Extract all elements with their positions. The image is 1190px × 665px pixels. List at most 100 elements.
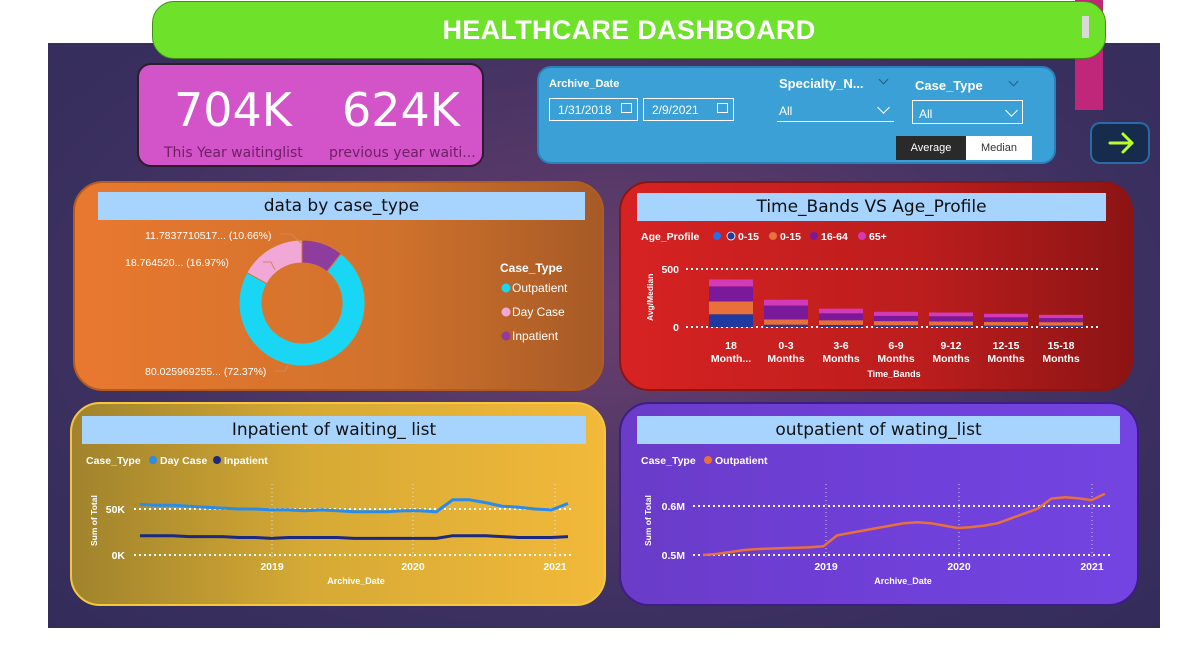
inpatient-line-chart: Case_Type Day Case Inpatient Sum of Tota… — [86, 455, 572, 586]
x-tick-label: Months — [1042, 353, 1079, 365]
x-tick-label: Month... — [711, 353, 751, 365]
x-tick-label: Months — [987, 353, 1024, 365]
bar-segment[interactable] — [764, 324, 808, 327]
y-tick-0k: 0K — [112, 550, 126, 562]
inpatient-line-chart-card: Inpatient of waiting_ list Case_Type Day… — [70, 402, 606, 606]
legend-inpatient[interactable]: Inpatient — [512, 329, 559, 343]
legend-title: Age_Profile — [641, 231, 700, 243]
bar-segment[interactable] — [929, 312, 973, 317]
x-tick-2019: 2019 — [814, 561, 838, 573]
x-tick-label: 6-9 — [888, 340, 903, 352]
x-tick-label: 15-18 — [1048, 340, 1075, 352]
y-tick-0: 0 — [673, 322, 679, 334]
bar-segment[interactable] — [709, 314, 753, 327]
legend-day-case[interactable]: Day Case — [160, 455, 207, 467]
legend-0-15-a[interactable]: 0-15 — [738, 231, 759, 243]
kpi-this-year-value: 704K — [174, 83, 292, 137]
y-tick-500: 500 — [661, 264, 679, 276]
scroll-handle[interactable] — [1082, 16, 1089, 38]
median-toggle-button[interactable]: Median — [966, 136, 1032, 160]
bar-segment[interactable] — [984, 313, 1028, 318]
kpi-card: 704K This Year waitinglist 624K previous… — [137, 63, 484, 167]
kpi-previous-year-label: previous year waiti... — [329, 145, 476, 161]
bar-segment[interactable] — [874, 325, 918, 327]
kpi-this-year-label: This Year waitinglist — [164, 145, 303, 161]
y-tick-50k: 50K — [106, 504, 126, 516]
legend-outpatient[interactable]: Outpatient — [512, 281, 568, 295]
x-tick-label: 9-12 — [940, 340, 961, 352]
bar-segment[interactable] — [819, 313, 863, 321]
legend-65-plus[interactable]: 65+ — [869, 231, 887, 243]
bar-segment[interactable] — [874, 321, 918, 326]
legend-inpatient[interactable]: Inpatient — [224, 455, 268, 467]
bar-segment[interactable] — [984, 317, 1028, 322]
bar-segment[interactable] — [874, 315, 918, 322]
bar-segment[interactable] — [709, 301, 753, 315]
bar-segment[interactable] — [874, 311, 918, 316]
x-tick-label: Months — [822, 353, 859, 365]
legend-day-case[interactable]: Day Case — [512, 305, 565, 319]
specialty-slicer-title: Specialty_N... — [779, 76, 864, 91]
legend-marker-0-15 — [713, 232, 721, 240]
average-toggle-button[interactable]: Average — [896, 136, 966, 160]
bar-segment[interactable] — [929, 316, 973, 322]
bar-segment[interactable] — [764, 305, 808, 320]
bar-segment[interactable] — [819, 320, 863, 325]
bar-segment[interactable] — [1039, 325, 1083, 327]
x-tick-2021: 2021 — [543, 561, 567, 573]
x-tick-2020: 2020 — [947, 561, 971, 573]
bar-segment[interactable] — [819, 308, 863, 314]
next-page-button[interactable] — [1090, 122, 1150, 164]
bar-segment[interactable] — [984, 325, 1028, 327]
outpatient-line-chart-card: outpatient of wating_list Case_Type Outp… — [619, 402, 1139, 606]
legend-marker-outpatient — [704, 456, 712, 464]
donut-slice-day-case[interactable] — [246, 239, 303, 285]
archive-date-slicer-title: Archive_Date — [549, 78, 620, 90]
time-bands-bar-chart: Age_Profile 0-15 0-15 16-64 65+ Avg/Medi… — [641, 231, 1101, 379]
y-tick-0-5m: 0.5M — [662, 550, 686, 562]
legend-outpatient[interactable]: Outpatient — [715, 455, 768, 467]
start-date-input[interactable]: 1/31/2018 — [549, 98, 638, 121]
legend-marker-inpatient — [213, 456, 221, 464]
legend-marker-inpatient — [501, 331, 511, 341]
x-tick-label: 3-6 — [833, 340, 848, 352]
inpatient-line[interactable] — [140, 534, 569, 540]
legend-title: Case_Type — [500, 261, 563, 275]
x-tick-label: 0-3 — [778, 340, 793, 352]
specialty-dropdown[interactable]: All — [777, 98, 894, 122]
bar-segment[interactable] — [709, 279, 753, 287]
legend-16-64[interactable]: 16-64 — [821, 231, 848, 243]
chevron-down-icon — [877, 101, 890, 114]
legend-title: Case_Type — [86, 455, 141, 467]
bar-segment[interactable] — [929, 325, 973, 327]
bar-segment[interactable] — [764, 319, 808, 325]
x-tick-label: Months — [767, 353, 804, 365]
bar-segment[interactable] — [709, 286, 753, 302]
legend-marker-0-15 — [769, 232, 777, 240]
legend-title: Case_Type — [641, 455, 696, 467]
case-type-selected: All — [919, 107, 933, 121]
chevron-down-icon[interactable] — [1008, 76, 1019, 87]
bar-segment[interactable] — [1039, 314, 1083, 319]
x-axis-label: Time_Bands — [867, 369, 920, 379]
bar-segment[interactable] — [1039, 318, 1083, 323]
outpatient-line[interactable] — [702, 492, 1106, 557]
calendar-icon[interactable] — [621, 103, 632, 113]
bar-segment[interactable] — [1039, 322, 1083, 326]
legend-0-15-b[interactable]: 0-15 — [780, 231, 801, 243]
bar-segment[interactable] — [929, 321, 973, 326]
x-tick-2020: 2020 — [401, 561, 425, 573]
bar-segment[interactable] — [764, 299, 808, 306]
legend-marker-16-64 — [810, 232, 818, 240]
end-date-input[interactable]: 2/9/2021 — [643, 98, 734, 121]
x-axis-label: Archive_Date — [327, 576, 385, 586]
calendar-icon[interactable] — [717, 103, 728, 113]
x-tick-2019: 2019 — [260, 561, 284, 573]
chevron-down-icon[interactable] — [878, 74, 889, 85]
case-type-dropdown[interactable]: All — [912, 100, 1023, 124]
slice-label-day-case: 18.764520... (16.97%) — [125, 257, 229, 269]
bar-segment[interactable] — [984, 321, 1028, 326]
bar-segment[interactable] — [819, 324, 863, 327]
filter-panel: Archive_Date 1/31/2018 2/9/2021 Specialt… — [537, 66, 1056, 164]
x-tick-2021: 2021 — [1080, 561, 1104, 573]
